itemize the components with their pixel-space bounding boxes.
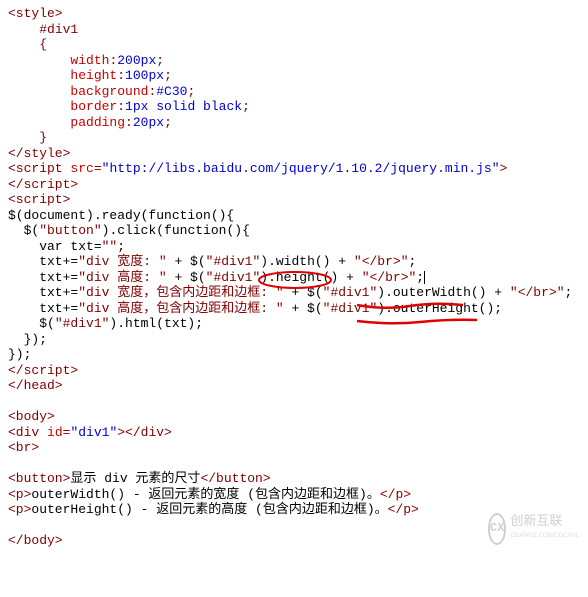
code-line: txt+="div 宽度: " + $("#div1").width() + "…: [8, 254, 580, 270]
code-line: });: [8, 332, 580, 348]
watermark-mark: CX: [488, 513, 506, 545]
code-line: background:#C30;: [8, 84, 580, 100]
code-line: <br>: [8, 440, 580, 456]
text-cursor: [424, 271, 425, 284]
code-line: height:100px;: [8, 68, 580, 84]
code-line: </script>: [8, 177, 580, 193]
code-line: <style>: [8, 6, 580, 22]
watermark-text: 创新互联: [510, 513, 579, 529]
code-line: <div id="div1"></div>: [8, 425, 580, 441]
watermark-logo: CX 创新互联 CDXWGZ.COM/CDCXHL: [488, 513, 578, 545]
css-selector: #div1: [39, 22, 78, 37]
code-line: <body>: [8, 409, 580, 425]
code-line: #div1: [8, 22, 580, 38]
code-line: </style>: [8, 146, 580, 162]
tag-style-open: <style>: [8, 6, 63, 21]
code-line: }: [8, 130, 580, 146]
code-line: </head>: [8, 378, 580, 394]
code-line: txt+="div 高度，包含内边距和边框: " + $("#div1").ou…: [8, 301, 580, 317]
code-line: <script>: [8, 192, 580, 208]
code-line: $(document).ready(function(){: [8, 208, 580, 224]
code-line: });: [8, 347, 580, 363]
code-line: <script src="http://libs.baidu.com/jquer…: [8, 161, 580, 177]
code-line: width:200px;: [8, 53, 580, 69]
code-line: $("button").click(function(){: [8, 223, 580, 239]
code-line: txt+="div 高度: " + $("#div1").height() + …: [8, 270, 580, 286]
code-line: <button>显示 div 元素的尺寸</button>: [8, 471, 580, 487]
code-line: padding:20px;: [8, 115, 580, 131]
code-line: border:1px solid black;: [8, 99, 580, 115]
blank-line: [8, 394, 580, 410]
code-line: {: [8, 37, 580, 53]
code-line: $("#div1").html(txt);: [8, 316, 580, 332]
blank-line: [8, 456, 580, 472]
code-line: </script>: [8, 363, 580, 379]
code-line: var txt="";: [8, 239, 580, 255]
code-line: <p>outerWidth() - 返回元素的宽度 (包含内边距和边框)。</p…: [8, 487, 580, 503]
tag-style-close: </style>: [8, 146, 70, 161]
watermark-sub: CDXWGZ.COM/CDCXHL: [510, 529, 579, 545]
code-line: txt+="div 宽度，包含内边距和边框: " + $("#div1").ou…: [8, 285, 580, 301]
